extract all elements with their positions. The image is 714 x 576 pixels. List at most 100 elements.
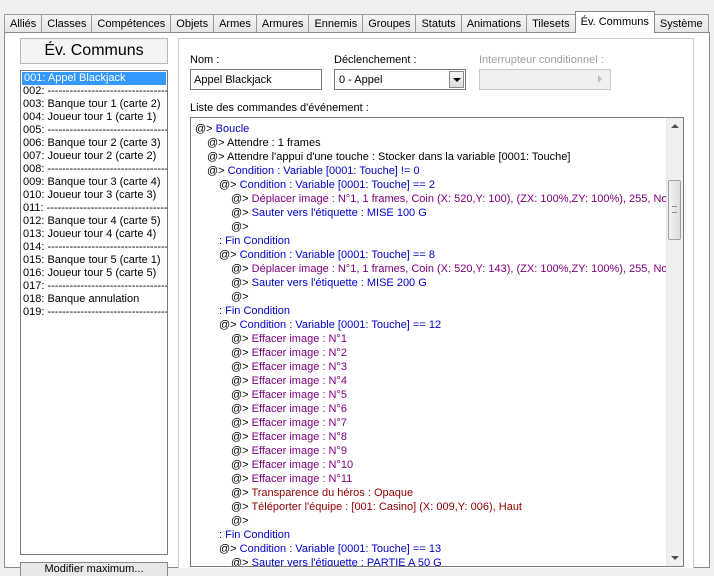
tab-objets[interactable]: Objets — [170, 14, 215, 33]
command-line[interactable]: @> Condition : Variable [0001: Touche] =… — [191, 248, 667, 262]
list-item[interactable]: 011: --------------------------------- — [21, 202, 167, 215]
list-item[interactable]: 009: Banque tour 3 (carte 4) — [21, 176, 167, 189]
command-line[interactable]: @> Condition : Variable [0001: Touche] =… — [191, 542, 667, 556]
command-line[interactable]: @> Condition : Variable [0001: Touche] =… — [191, 318, 667, 332]
command-text: Sauter vers l'étiquette : PARTIE A 50 G — [251, 557, 442, 567]
command-line[interactable]: @> Attendre l'appui d'une touche : Stock… — [191, 150, 667, 164]
command-line[interactable]: @> Effacer image : N°2 — [191, 346, 667, 360]
vertical-scrollbar[interactable] — [666, 118, 683, 566]
tab-animations[interactable]: Animations — [460, 14, 528, 33]
command-line[interactable]: @> Effacer image : N°6 — [191, 402, 667, 416]
tab-bar: Alliés Classes Compétences Objets Armes Armur… — [0, 0, 714, 33]
command-line[interactable]: @> Effacer image : N°11 — [191, 472, 667, 486]
tab-alliés[interactable]: Alliés — [4, 14, 43, 33]
command-text: Condition : Variable [0001: Touche] == 1… — [239, 543, 442, 555]
tab-armes[interactable]: Armes — [213, 14, 257, 33]
list-item[interactable]: 004: Joueur tour 1 (carte 1) — [21, 111, 167, 124]
command-line[interactable]: @> Déplacer image : N°1, 1 frames, Coin … — [191, 262, 667, 276]
command-line[interactable]: @> Effacer image : N°9 — [191, 444, 667, 458]
command-line[interactable]: @> — [191, 290, 667, 304]
scrollbar-thumb[interactable] — [668, 180, 681, 240]
tab-ennemis[interactable]: Ennemis — [308, 14, 364, 33]
tab-statuts[interactable]: Statuts — [415, 14, 462, 33]
command-prefix: @> — [207, 151, 225, 163]
list-item[interactable]: 005: --------------------------------- — [21, 124, 167, 137]
command-line[interactable]: @> Effacer image : N°1 — [191, 332, 667, 346]
command-text: Fin Condition — [225, 305, 290, 317]
command-line[interactable]: @> Effacer image : N°5 — [191, 388, 667, 402]
command-line[interactable]: @> Condition : Variable [0001: Touche] =… — [191, 178, 667, 192]
list-item[interactable]: 002: --------------------------------- — [21, 85, 167, 98]
command-line[interactable]: @> Boucle — [191, 122, 667, 136]
command-text: Effacer image : N°1 — [251, 333, 347, 345]
command-text: Condition : Variable [0001: Touche] == 1… — [239, 319, 442, 331]
command-text: Effacer image : N°11 — [251, 473, 353, 485]
command-line[interactable]: : Fin Condition — [191, 304, 667, 318]
command-line[interactable]: @> Effacer image : N°8 — [191, 430, 667, 444]
command-line[interactable]: @> Téléporter l'équipe : [001: Casino] (… — [191, 500, 667, 514]
command-line[interactable]: @> Effacer image : N°3 — [191, 360, 667, 374]
command-prefix: @> — [231, 487, 249, 499]
trigger-select-value: 0 - Appel — [339, 74, 383, 86]
tab-év-communs[interactable]: Év. Communs — [574, 11, 655, 33]
command-line[interactable]: @> Sauter vers l'étiquette : MISE 200 G — [191, 276, 667, 290]
scroll-down-arrow-icon[interactable] — [667, 549, 683, 566]
name-input[interactable] — [190, 69, 322, 90]
command-prefix: @> — [231, 459, 249, 471]
command-prefix: @> — [207, 137, 225, 149]
command-line[interactable]: @> — [191, 514, 667, 528]
command-prefix: @> — [231, 557, 249, 567]
list-item[interactable]: 015: Banque tour 5 (carte 1) — [21, 254, 167, 267]
command-line[interactable]: @> Sauter vers l'étiquette : MISE 100 G — [191, 206, 667, 220]
change-maximum-button[interactable]: Modifier maximum... — [20, 562, 168, 576]
command-line[interactable]: : Fin Condition — [191, 528, 667, 542]
command-text: Téléporter l'équipe : [001: Casino] (X: … — [251, 501, 522, 513]
command-prefix: : — [219, 529, 223, 541]
tab-tilesets[interactable]: Tilesets — [526, 14, 576, 33]
command-line[interactable]: @> Transparence du héros : Opaque — [191, 486, 667, 500]
list-item[interactable]: 003: Banque tour 1 (carte 2) — [21, 98, 167, 111]
list-item[interactable]: 001: Appel Blackjack — [22, 72, 166, 85]
list-item[interactable]: 019: --------------------------------- — [21, 306, 167, 319]
command-line[interactable]: @> Effacer image : N°10 — [191, 458, 667, 472]
list-item[interactable]: 014: --------------------------------- — [21, 241, 167, 254]
command-text: Fin Condition — [225, 529, 290, 541]
command-prefix: @> — [219, 179, 237, 191]
command-prefix: @> — [231, 347, 249, 359]
list-item[interactable]: 016: Joueur tour 5 (carte 5) — [21, 267, 167, 280]
tab-armures[interactable]: Armures — [255, 14, 310, 33]
command-prefix: @> — [231, 277, 249, 289]
trigger-select[interactable]: 0 - Appel — [334, 69, 466, 90]
chevron-down-icon[interactable] — [449, 71, 464, 88]
command-text: Effacer image : N°3 — [251, 361, 347, 373]
command-text: Condition : Variable [0001: Touche] == 8 — [239, 249, 435, 261]
tab-système[interactable]: Système — [653, 14, 709, 33]
command-line[interactable]: @> Effacer image : N°4 — [191, 374, 667, 388]
command-text: Effacer image : N°7 — [251, 417, 347, 429]
list-item[interactable]: 018: Banque annulation — [21, 293, 167, 306]
command-line[interactable]: : Fin Condition — [191, 234, 667, 248]
command-list-label: Liste des commandes d'événement : — [190, 102, 369, 114]
list-item[interactable]: 017: --------------------------------- — [21, 280, 167, 293]
command-line[interactable]: @> — [191, 220, 667, 234]
command-prefix: @> — [231, 333, 249, 345]
list-item[interactable]: 007: Joueur tour 2 (carte 2) — [21, 150, 167, 163]
list-item[interactable]: 010: Joueur tour 3 (carte 3) — [21, 189, 167, 202]
common-event-list[interactable]: 001: Appel Blackjack 002: ---------------… — [20, 70, 168, 555]
command-text: Effacer image : N°4 — [251, 375, 347, 387]
command-line[interactable]: @> Condition : Variable [0001: Touche] !… — [191, 164, 667, 178]
event-command-list[interactable]: @> Boucle @> Attendre : 1 frames @> Attend… — [190, 117, 684, 567]
command-line[interactable]: @> Déplacer image : N°1, 1 frames, Coin … — [191, 192, 667, 206]
command-line[interactable]: @> Attendre : 1 frames — [191, 136, 667, 150]
command-line[interactable]: @> Effacer image : N°7 — [191, 416, 667, 430]
list-item[interactable]: 013: Joueur tour 4 (carte 4) — [21, 228, 167, 241]
list-item[interactable]: 008: --------------------------------- — [21, 163, 167, 176]
tab-compétences[interactable]: Compétences — [91, 14, 172, 33]
list-item[interactable]: 012: Banque tour 4 (carte 5) — [21, 215, 167, 228]
list-item[interactable]: 006: Banque tour 2 (carte 3) — [21, 137, 167, 150]
scroll-up-arrow-icon[interactable] — [667, 118, 683, 135]
tab-classes[interactable]: Classes — [41, 14, 93, 33]
tab-groupes[interactable]: Groupes — [362, 14, 417, 33]
command-line[interactable]: @> Sauter vers l'étiquette : PARTIE A 50… — [191, 556, 667, 567]
trigger-label: Déclenchement : — [334, 54, 417, 66]
